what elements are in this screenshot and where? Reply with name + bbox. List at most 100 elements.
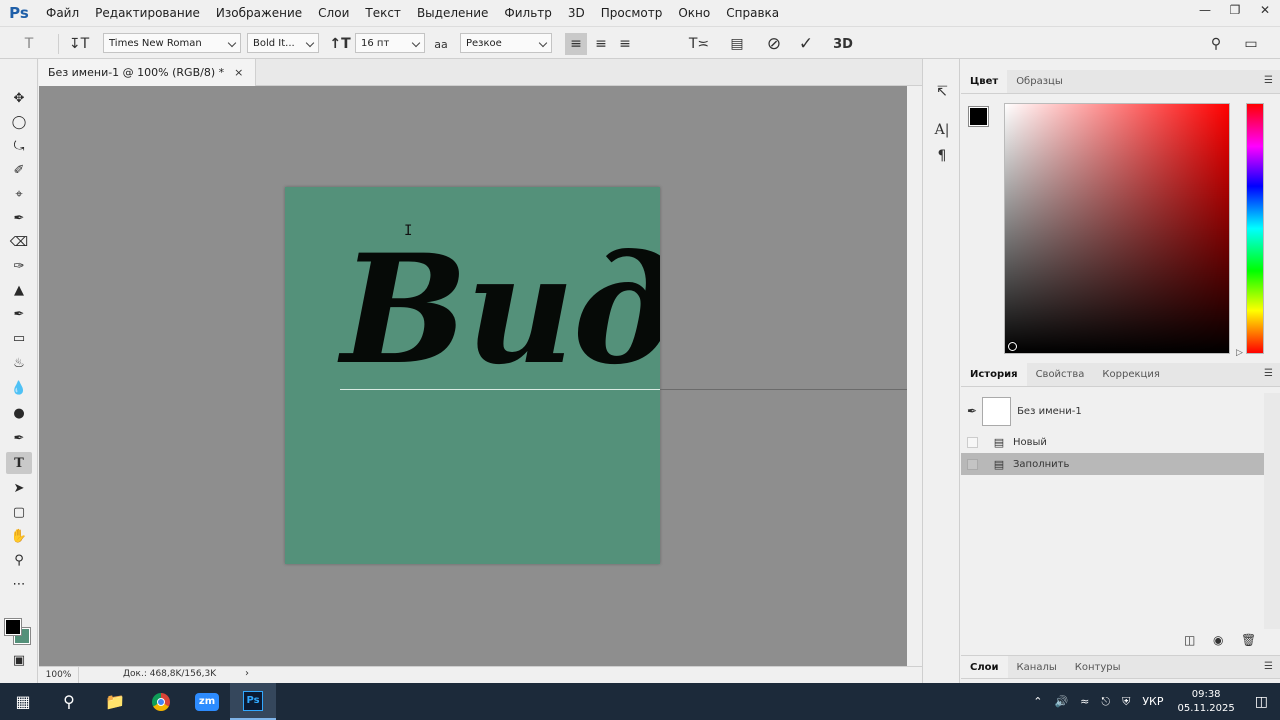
history-source-checkbox[interactable] <box>967 436 978 448</box>
network-icon[interactable]: ≈ <box>1074 695 1095 708</box>
menu-3d[interactable]: 3D <box>560 0 593 26</box>
panel-menu-icon[interactable]: ☰ <box>1264 369 1276 379</box>
history-source-checkbox[interactable] <box>967 458 978 470</box>
warp-text-icon[interactable]: T≍ <box>688 33 710 55</box>
color-picker-marker[interactable] <box>1008 342 1017 351</box>
menu-type[interactable]: Текст <box>357 0 409 26</box>
antialias-dropdown[interactable]: Резкое <box>460 33 552 53</box>
zoom-tool-icon[interactable]: ⚲ <box>6 549 32 571</box>
menu-view[interactable]: Просмотр <box>593 0 671 26</box>
restore-icon[interactable]: ❐ <box>1220 0 1250 20</box>
menu-edit[interactable]: Редактирование <box>87 0 208 26</box>
move-tool-icon[interactable]: ✥ <box>6 87 32 109</box>
toggle-text-orientation-icon[interactable]: ↧T <box>68 33 90 55</box>
hue-marker-icon[interactable]: ▷ <box>1236 348 1243 358</box>
defender-icon[interactable]: ⛨ <box>1116 695 1136 709</box>
character-panel-icon[interactable]: ▤ <box>726 33 748 55</box>
history-brush-source-icon[interactable]: ✒ <box>967 404 977 418</box>
chevron-up-icon[interactable]: ⌃ <box>1027 695 1048 708</box>
tab-paths[interactable]: Контуры <box>1066 656 1130 678</box>
glyphs-panel-icon[interactable]: ↸ <box>930 81 954 103</box>
menu-filter[interactable]: Фильтр <box>496 0 559 26</box>
canvas-text-layer[interactable]: Вид <box>341 235 660 385</box>
quick-selection-tool-icon[interactable]: ✐ <box>6 159 32 181</box>
hand-tool-icon[interactable]: ✋ <box>6 525 32 547</box>
font-style-dropdown[interactable]: Bold It... <box>247 33 319 53</box>
type-tool-icon[interactable]: T <box>6 452 32 474</box>
lasso-tool-icon[interactable]: ⤿ <box>6 135 32 157</box>
align-right-icon[interactable]: ≡ <box>614 33 636 55</box>
tab-channels[interactable]: Каналы <box>1008 656 1066 678</box>
history-scrollbar[interactable] <box>1264 393 1280 629</box>
zoom-app-icon[interactable]: zm <box>184 683 230 720</box>
history-item[interactable]: ▤ Новый <box>961 431 1264 453</box>
hue-slider[interactable] <box>1246 103 1264 354</box>
volume-icon[interactable]: 🔊 <box>1048 695 1074 708</box>
quick-mask-icon[interactable]: ▣ <box>6 649 32 671</box>
new-document-from-state-icon[interactable]: ◫ <box>1184 633 1195 647</box>
usb-icon[interactable]: ⎋ <box>1095 695 1116 709</box>
more-tools-icon[interactable]: ⋯ <box>6 573 32 595</box>
text-tool-preset-icon[interactable]: T <box>18 33 40 55</box>
pen-tool-icon[interactable]: ✒ <box>6 427 32 449</box>
panel-menu-icon[interactable]: ☰ <box>1264 76 1276 86</box>
menu-select[interactable]: Выделение <box>409 0 496 26</box>
clock[interactable]: 09:38 05.11.2025 <box>1170 688 1243 716</box>
tab-adjustments[interactable]: Коррекция <box>1093 363 1168 386</box>
align-left-icon[interactable]: ≡ <box>565 33 587 55</box>
tab-swatches[interactable]: Образцы <box>1007 70 1072 93</box>
history-item[interactable]: ▤ Заполнить <box>961 453 1264 475</box>
language-indicator[interactable]: УКР <box>1136 695 1169 708</box>
color-picker-field[interactable] <box>1004 103 1230 354</box>
brush-tool-icon[interactable]: ✑ <box>6 255 32 277</box>
paragraph-panel-icon[interactable]: ¶ <box>930 145 954 167</box>
3d-button[interactable]: 3D <box>832 33 854 55</box>
document-tab[interactable]: Без имени-1 @ 100% (RGB/8) * × <box>39 59 257 86</box>
cancel-icon[interactable]: ⊘ <box>763 33 785 55</box>
eraser-tool-icon[interactable]: ▭ <box>6 327 32 349</box>
font-family-dropdown[interactable]: Times New Roman <box>103 33 241 53</box>
menu-layers[interactable]: Слои <box>310 0 357 26</box>
menu-image[interactable]: Изображение <box>208 0 310 26</box>
tab-properties[interactable]: Свойства <box>1027 363 1094 386</box>
chrome-icon[interactable] <box>138 683 184 720</box>
clone-stamp-tool-icon[interactable]: ▲ <box>6 279 32 301</box>
healing-brush-tool-icon[interactable]: ⌫ <box>6 231 32 253</box>
search-icon[interactable]: ⚲ <box>1205 33 1227 55</box>
tab-layers[interactable]: Слои <box>961 656 1008 678</box>
character-panel-icon[interactable]: A| <box>930 119 954 141</box>
dodge-tool-icon[interactable]: ● <box>6 402 32 424</box>
foreground-color-swatch[interactable] <box>4 618 22 636</box>
rectangle-tool-icon[interactable]: ▢ <box>6 501 32 523</box>
photoshop-taskbar-icon[interactable]: Ps <box>230 683 276 720</box>
trash-icon[interactable]: 🗑 <box>1241 633 1256 647</box>
menu-file[interactable]: Файл <box>38 0 87 26</box>
tab-history[interactable]: История <box>961 363 1027 386</box>
close-tab-icon[interactable]: × <box>234 66 243 79</box>
menu-window[interactable]: Окно <box>670 0 718 26</box>
font-size-dropdown[interactable]: 16 пт <box>355 33 425 53</box>
foreground-color[interactable] <box>968 106 989 127</box>
marquee-tool-icon[interactable]: ◯ <box>6 111 32 133</box>
close-icon[interactable]: ✕ <box>1250 0 1280 20</box>
zoom-level[interactable]: 100% <box>39 667 79 683</box>
blur-tool-icon[interactable]: 💧 <box>6 377 32 399</box>
menu-help[interactable]: Справка <box>718 0 787 26</box>
panel-menu-icon[interactable]: ☰ <box>1264 662 1276 672</box>
commit-icon[interactable]: ✓ <box>795 33 817 55</box>
history-snapshot[interactable]: ✒ Без имени-1 <box>961 393 1264 429</box>
crop-tool-icon[interactable]: ⌖ <box>6 183 32 205</box>
path-selection-tool-icon[interactable]: ➤ <box>6 477 32 499</box>
align-center-icon[interactable]: ≡ <box>590 33 612 55</box>
notifications-icon[interactable]: ◫ <box>1243 694 1280 710</box>
minimize-icon[interactable]: — <box>1190 0 1220 20</box>
search-icon[interactable]: ⚲ <box>46 683 92 720</box>
windows-start-icon[interactable]: ▦ <box>0 683 46 720</box>
document-canvas[interactable]: Вид <box>285 187 660 564</box>
canvas-workspace[interactable]: Вид I <box>39 86 907 666</box>
workspace-icon[interactable]: ▭ <box>1240 33 1262 55</box>
file-explorer-icon[interactable]: 📁 <box>92 683 138 720</box>
paint-bucket-tool-icon[interactable]: ♨ <box>6 352 32 374</box>
vertical-scrollbar[interactable] <box>907 86 922 666</box>
eyedropper-tool-icon[interactable]: ✒ <box>6 207 32 229</box>
